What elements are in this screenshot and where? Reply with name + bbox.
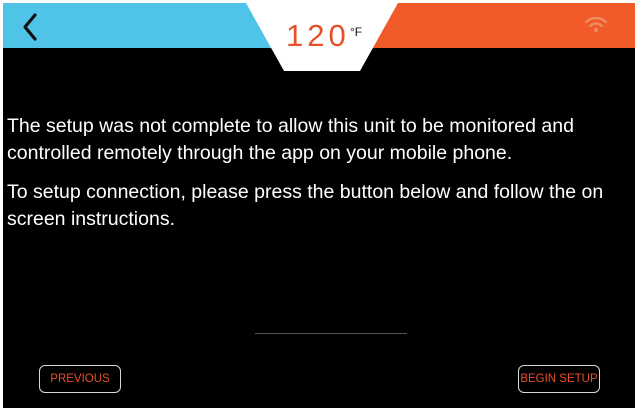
divider bbox=[255, 333, 407, 334]
setup-instructions-message: To setup connection, please press the bu… bbox=[7, 181, 604, 230]
back-button[interactable] bbox=[17, 11, 45, 43]
temperature-value: 120 bbox=[286, 18, 350, 53]
previous-button[interactable]: PREVIOUS bbox=[39, 365, 121, 393]
display-panel: 120 °F The setup was not complete to all… bbox=[3, 3, 635, 408]
chevron-left-icon bbox=[23, 13, 37, 41]
temperature-unit: °F bbox=[350, 25, 363, 39]
device-screen: 120 °F The setup was not complete to all… bbox=[0, 0, 639, 411]
wifi-icon bbox=[584, 15, 608, 35]
setup-incomplete-message: The setup was not complete to allow this… bbox=[7, 115, 574, 164]
begin-setup-button[interactable]: BEGIN SETUP bbox=[518, 365, 600, 393]
